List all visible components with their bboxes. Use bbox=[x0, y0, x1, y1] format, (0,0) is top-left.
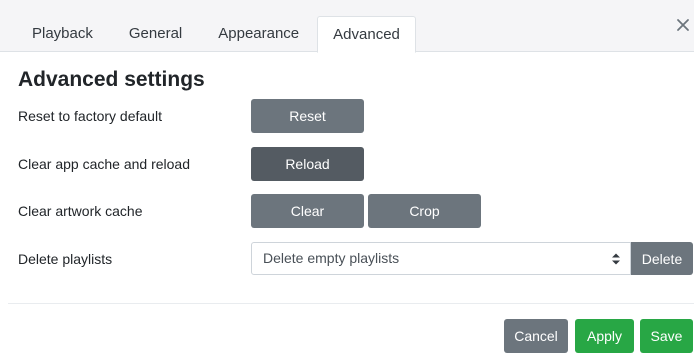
reset-label: Reset to factory default bbox=[18, 108, 162, 124]
clear-button[interactable]: Clear bbox=[251, 194, 364, 228]
close-icon[interactable] bbox=[676, 18, 690, 32]
cancel-button[interactable]: Cancel bbox=[504, 319, 568, 353]
delete-playlists-label: Delete playlists bbox=[18, 251, 113, 267]
crop-button[interactable]: Crop bbox=[368, 194, 481, 228]
tab-playback[interactable]: Playback bbox=[14, 16, 111, 52]
save-button[interactable]: Save bbox=[640, 319, 693, 353]
reload-button[interactable]: Reload bbox=[251, 147, 364, 181]
delete-button[interactable]: Delete bbox=[631, 242, 693, 275]
select-value: Delete empty playlists bbox=[263, 250, 400, 266]
settings-tabs: Playback General Appearance Advanced bbox=[14, 16, 416, 53]
reload-label: Clear app cache and reload bbox=[18, 156, 191, 172]
tab-general[interactable]: General bbox=[111, 16, 200, 52]
tab-advanced[interactable]: Advanced bbox=[317, 16, 416, 53]
apply-button[interactable]: Apply bbox=[575, 319, 634, 353]
page-title: Advanced settings bbox=[18, 68, 205, 91]
delete-playlists-select[interactable]: Delete empty playlists bbox=[251, 242, 631, 275]
modal-header: Playback General Appearance Advanced bbox=[0, 0, 694, 53]
footer-divider bbox=[8, 303, 694, 304]
reset-button[interactable]: Reset bbox=[251, 99, 364, 133]
tab-appearance[interactable]: Appearance bbox=[200, 16, 317, 52]
artwork-cache-label: Clear artwork cache bbox=[18, 203, 143, 219]
select-caret-icon bbox=[612, 253, 620, 265]
